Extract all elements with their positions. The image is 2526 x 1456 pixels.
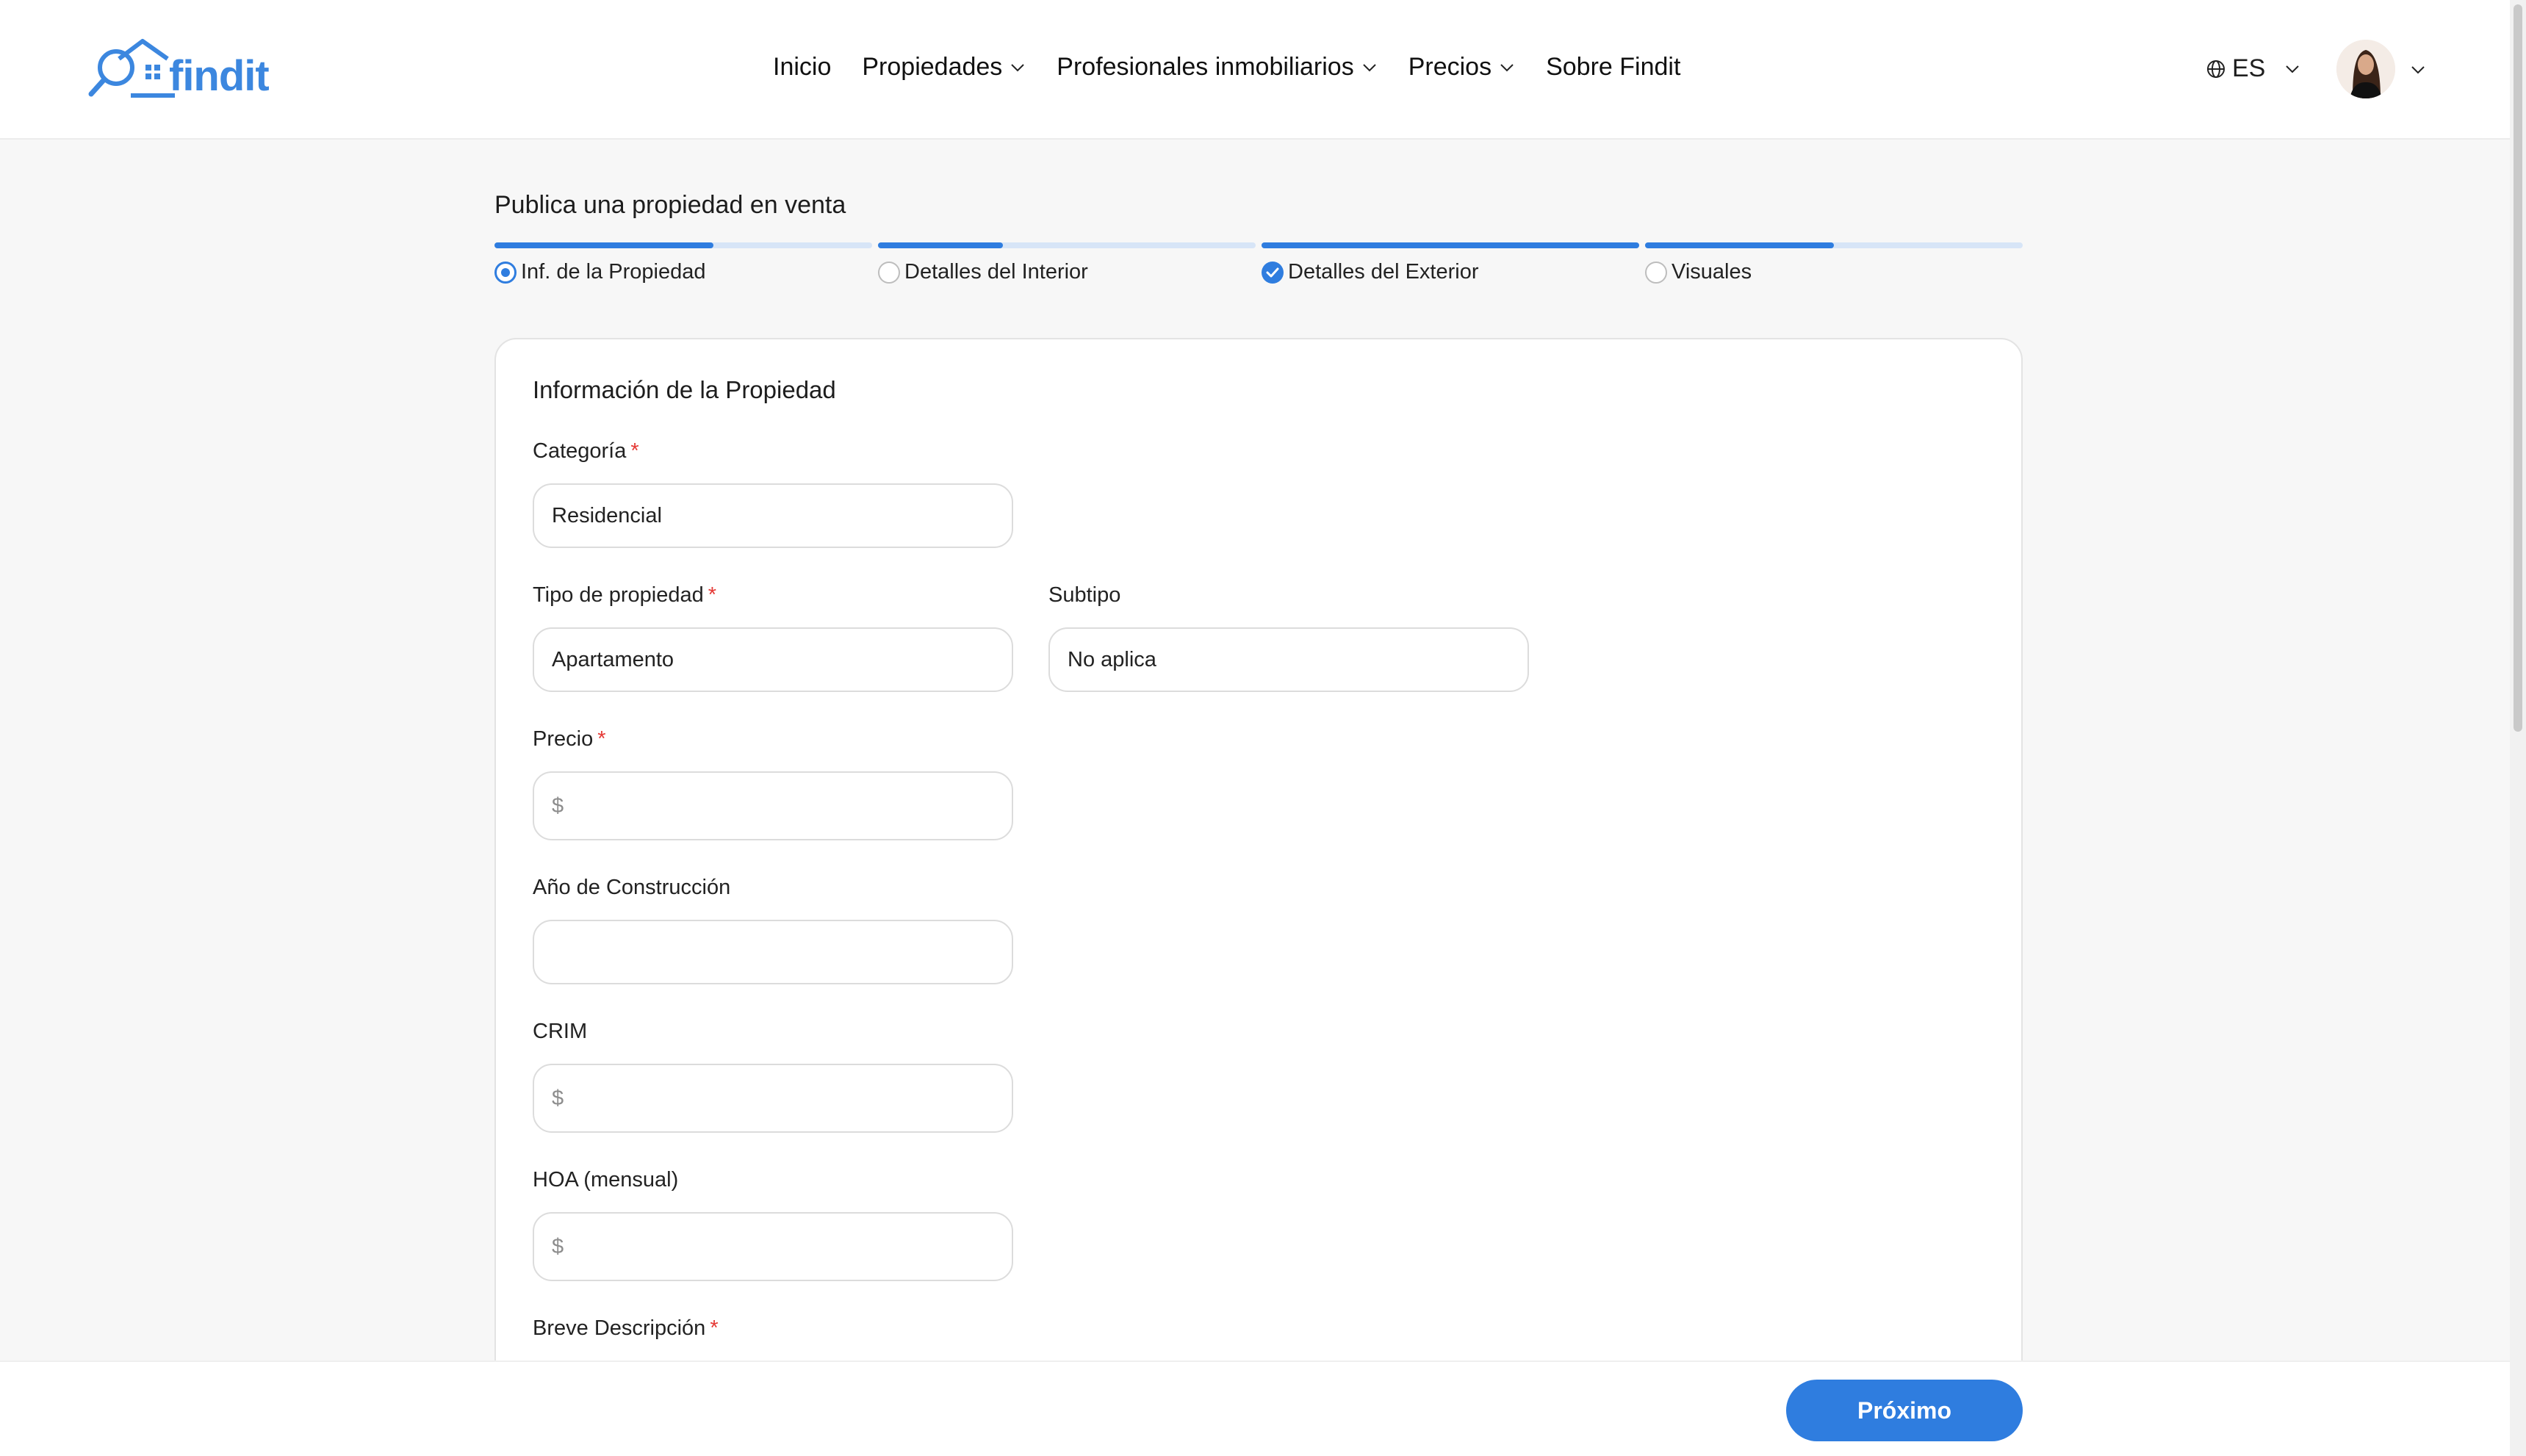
tipo-select[interactable]: Apartamento <box>533 627 1013 692</box>
main-nav: Inicio Propiedades Profesionales inmobil… <box>773 53 1711 82</box>
nav-propiedades-label: Propiedades <box>862 53 1003 81</box>
language-selector[interactable]: ES <box>2206 54 2300 83</box>
descripcion-label-text: Breve Descripción <box>533 1316 706 1340</box>
bottom-action-bar <box>0 1361 2510 1456</box>
progress-stepper: Inf. de la Propiedad Detalles del Interi… <box>494 242 2023 301</box>
language-label: ES <box>2232 54 2266 82</box>
nav-propiedades[interactable]: Propiedades <box>862 53 1026 82</box>
subtipo-select[interactable]: No aplica <box>1048 627 1529 692</box>
nav-inicio[interactable]: Inicio <box>773 53 831 82</box>
step-visuales[interactable]: Visuales <box>1645 242 2023 301</box>
chevron-down-icon <box>1363 63 1376 71</box>
radio-empty-icon <box>1645 261 1667 284</box>
step-inf-propiedad[interactable]: Inf. de la Propiedad <box>494 242 872 301</box>
nav-inicio-label: Inicio <box>773 53 832 81</box>
chevron-down-icon[interactable] <box>2410 62 2426 78</box>
required-mark: * <box>597 727 606 751</box>
section-title: Información de la Propiedad <box>533 376 836 403</box>
radio-active-icon <box>494 261 517 284</box>
crim-label-text: CRIM <box>533 1020 588 1043</box>
check-circle-icon <box>1262 261 1284 284</box>
dollar-prefix: $ <box>552 1234 564 1258</box>
descripcion-label: Breve Descripción * <box>533 1316 719 1341</box>
subtipo-label-text: Subtipo <box>1048 583 1121 607</box>
page-title: Publica una propiedad en venta <box>494 191 846 219</box>
tipo-value: Apartamento <box>552 647 674 671</box>
step-fill <box>494 242 714 248</box>
step-label-wrap: Inf. de la Propiedad <box>494 260 706 284</box>
anio-label: Año de Construcción <box>533 876 730 900</box>
anio-label-text: Año de Construcción <box>533 876 731 899</box>
user-avatar[interactable] <box>2336 40 2395 98</box>
logo-text: findit <box>169 52 270 100</box>
categoria-value: Residencial <box>552 503 662 527</box>
precio-input[interactable]: $ <box>533 771 1013 840</box>
required-mark: * <box>708 583 717 607</box>
tipo-label: Tipo de propiedad * <box>533 583 716 608</box>
step-label-wrap: Detalles del Interior <box>878 260 1088 284</box>
top-header: findit Inicio Propiedades Profesionales … <box>0 0 2526 140</box>
hoa-input[interactable]: $ <box>533 1212 1013 1281</box>
step-fill <box>878 242 1003 248</box>
hoa-label-text: HOA (mensual) <box>533 1168 679 1192</box>
chevron-down-icon <box>1500 63 1514 71</box>
subtipo-label: Subtipo <box>1048 583 1120 608</box>
scrollbar-thumb[interactable] <box>2514 4 2522 732</box>
step-detalles-exterior[interactable]: Detalles del Exterior <box>1262 242 1639 301</box>
user-avatar-image <box>2336 40 2395 98</box>
nav-sobre-findit[interactable]: Sobre Findit <box>1546 53 1680 82</box>
dollar-prefix: $ <box>552 1086 564 1110</box>
logo-house-magnifier-icon <box>88 39 175 98</box>
anio-input[interactable] <box>533 920 1013 984</box>
step-fill <box>1645 242 1834 248</box>
property-info-card: Información de la Propiedad Categoría * R… <box>494 338 2023 1456</box>
tipo-label-text: Tipo de propiedad <box>533 583 704 607</box>
precio-label-text: Precio <box>533 727 594 751</box>
radio-empty-icon <box>878 261 900 284</box>
step-label: Detalles del Exterior <box>1288 260 1479 284</box>
step-label: Visuales <box>1672 260 1752 284</box>
nav-precios[interactable]: Precios <box>1408 53 1515 82</box>
crim-label: CRIM <box>533 1020 587 1044</box>
nav-profesionales-label: Profesionales inmobiliarios <box>1057 53 1354 81</box>
nav-profesionales[interactable]: Profesionales inmobiliarios <box>1057 53 1377 82</box>
step-label: Detalles del Interior <box>904 260 1088 284</box>
step-detalles-interior[interactable]: Detalles del Interior <box>878 242 1256 301</box>
nav-precios-label: Precios <box>1408 53 1492 81</box>
step-label: Inf. de la Propiedad <box>521 260 706 284</box>
next-button[interactable]: Próximo <box>1786 1380 2023 1441</box>
hoa-label: HOA (mensual) <box>533 1168 678 1192</box>
categoria-label-text: Categoría <box>533 439 627 463</box>
subtipo-value: No aplica <box>1068 647 1156 671</box>
globe-icon <box>2207 60 2225 78</box>
findit-logo[interactable]: findit <box>87 37 270 103</box>
nav-sobre-findit-label: Sobre Findit <box>1546 53 1681 81</box>
chevron-down-icon <box>2286 65 2300 73</box>
required-mark: * <box>710 1316 719 1340</box>
required-mark: * <box>630 439 639 463</box>
categoria-label: Categoría * <box>533 439 639 464</box>
crim-input[interactable]: $ <box>533 1064 1013 1133</box>
precio-label: Precio * <box>533 727 606 752</box>
categoria-select[interactable]: Residencial <box>533 483 1013 548</box>
dollar-prefix: $ <box>552 793 564 818</box>
chevron-down-icon <box>1011 63 1025 71</box>
step-fill <box>1262 242 1639 248</box>
step-label-wrap: Detalles del Exterior <box>1262 260 1479 284</box>
step-label-wrap: Visuales <box>1645 260 1752 284</box>
